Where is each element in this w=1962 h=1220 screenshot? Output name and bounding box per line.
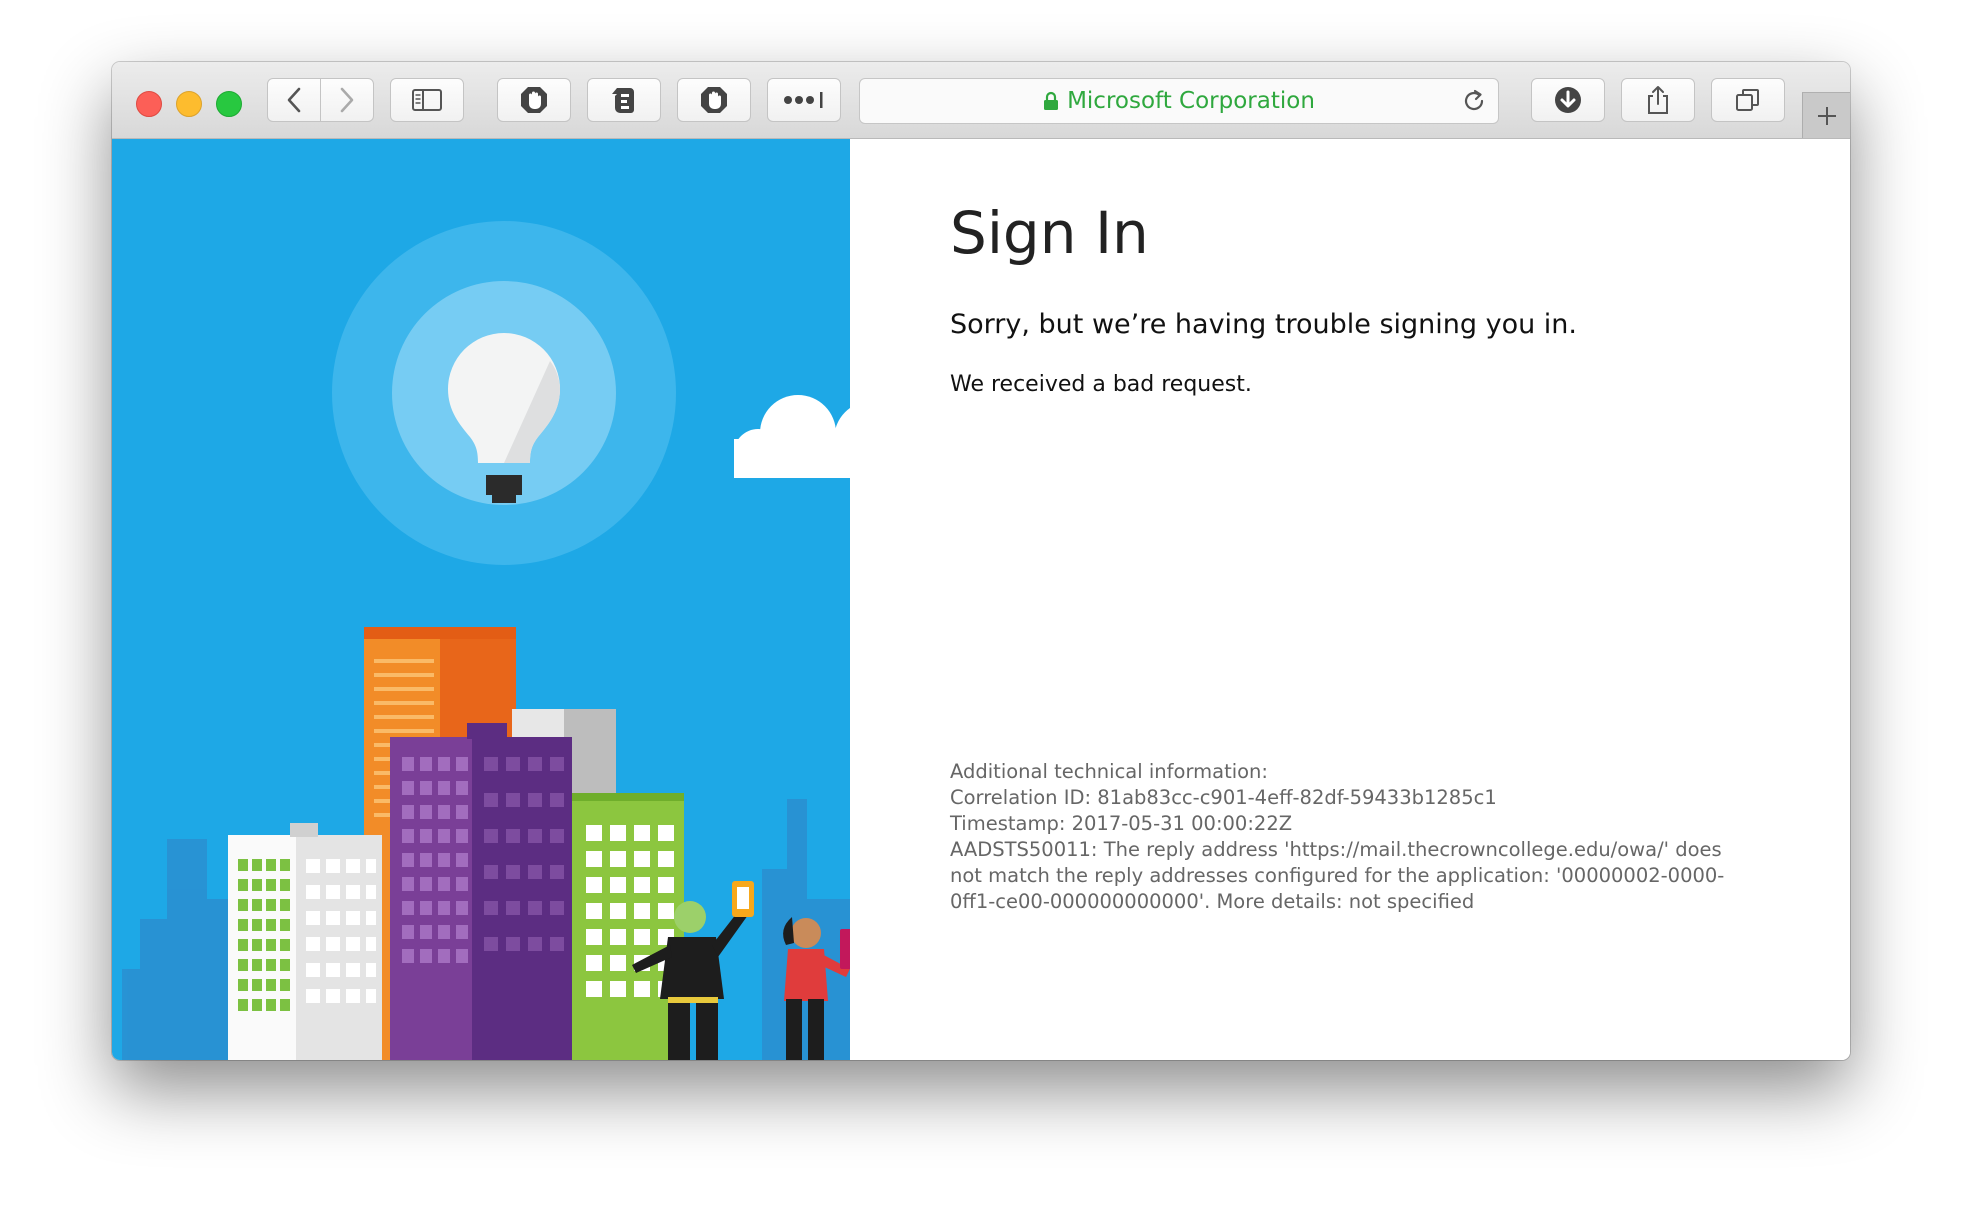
downloads-button[interactable]	[1531, 78, 1605, 122]
timestamp: Timestamp: 2017-05-31 00:00:22Z	[950, 812, 1293, 835]
technical-info: Additional technical information: Correl…	[950, 759, 1730, 915]
correlation-id: Correlation ID: 81ab83cc-c901-4eff-82df-…	[950, 786, 1497, 809]
close-window-button[interactable]	[136, 91, 162, 117]
extension-stop-icon	[701, 87, 727, 113]
site-identity: Microsoft Corporation	[1067, 88, 1315, 114]
back-button[interactable]	[267, 78, 321, 122]
sign-in-panel: Sign In Sorry, but we’re having trouble …	[850, 139, 1850, 1060]
zoom-window-button[interactable]	[216, 91, 242, 117]
back-icon	[287, 87, 301, 113]
extension-password-button[interactable]	[767, 78, 841, 122]
browser-window: Microsoft Corporation Sign In Sorry, but…	[112, 62, 1850, 1060]
forward-button[interactable]	[320, 78, 374, 122]
extension-hand-button[interactable]	[497, 78, 571, 122]
city-illustration	[122, 221, 850, 1060]
download-icon	[1555, 87, 1581, 113]
error-subtitle: Sorry, but we’re having trouble signing …	[950, 309, 1577, 340]
tabs-icon	[1736, 89, 1759, 111]
share-icon	[1648, 86, 1668, 114]
extension-stop-button[interactable]	[677, 78, 751, 122]
tabs-overview-button[interactable]	[1711, 78, 1785, 122]
plus-icon	[1817, 106, 1836, 125]
extension-password-icon	[784, 92, 823, 108]
error-detail-line: AADSTS50011: The reply address 'https://…	[950, 838, 1722, 861]
tech-info-heading: Additional technical information:	[950, 760, 1268, 783]
hero-illustration	[112, 139, 850, 1060]
extension-hand-icon	[521, 87, 547, 113]
error-detail-line: 0ff1-ce00-000000000000'. More details: n…	[950, 890, 1475, 913]
minimize-window-button[interactable]	[176, 91, 202, 117]
new-tab-button[interactable]	[1802, 92, 1850, 138]
sidebar-icon	[412, 89, 442, 111]
share-button[interactable]	[1621, 78, 1695, 122]
error-detail-line: not match the reply addresses configured…	[950, 864, 1725, 887]
reload-button[interactable]	[1460, 87, 1488, 119]
sidebar-button[interactable]	[390, 78, 464, 122]
extension-evernote-button[interactable]	[587, 78, 661, 122]
reload-icon	[1464, 89, 1484, 111]
cloud-icon	[734, 395, 850, 478]
browser-toolbar: Microsoft Corporation	[112, 62, 1850, 139]
page-content: Sign In Sorry, but we’re having trouble …	[112, 139, 1850, 1060]
forward-icon	[340, 87, 354, 113]
page-title: Sign In	[950, 199, 1149, 267]
address-bar[interactable]: Microsoft Corporation	[859, 78, 1499, 124]
error-message: We received a bad request.	[950, 372, 1252, 397]
lock-icon	[1044, 91, 1059, 110]
extension-evernote-icon	[612, 88, 634, 113]
address-display: Microsoft Corporation	[860, 79, 1498, 123]
